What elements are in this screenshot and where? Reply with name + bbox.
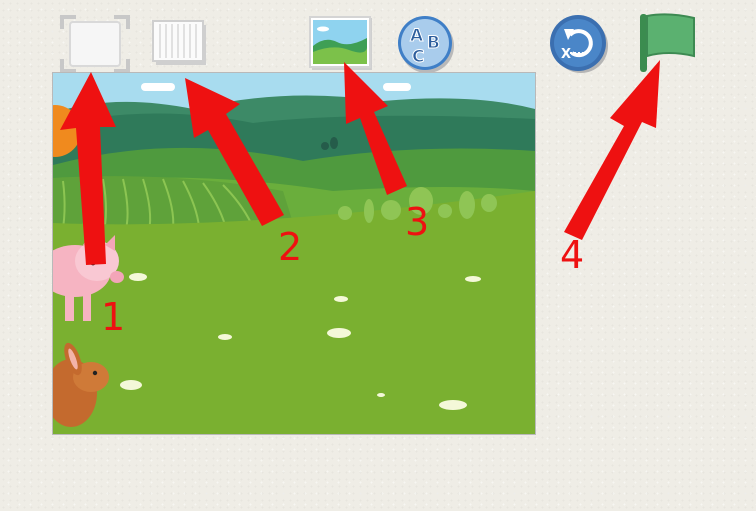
text-button[interactable]: A B C xyxy=(396,14,456,74)
fullscreen-button[interactable] xyxy=(60,13,130,75)
abc-letter-c: C xyxy=(412,47,424,67)
annotation-label-2: 2 xyxy=(278,225,303,269)
reset-button[interactable]: X xyxy=(548,13,610,75)
abc-letter-a: A xyxy=(410,26,424,46)
annotation-label-4: 4 xyxy=(560,233,585,277)
annotation-label-3: 3 xyxy=(405,200,430,244)
fullscreen-icon xyxy=(60,15,130,73)
grid-icon xyxy=(152,20,206,65)
reset-icon: X xyxy=(550,15,608,73)
landscape-image-icon xyxy=(309,16,372,70)
abc-text-icon: A B C xyxy=(398,16,454,73)
background-button[interactable] xyxy=(309,16,373,72)
abc-letter-b: B xyxy=(427,33,440,53)
annotation-arrow-4 xyxy=(564,60,660,240)
reset-x-glyph: X xyxy=(561,47,571,62)
grid-button[interactable] xyxy=(152,20,210,68)
green-flag-icon xyxy=(640,13,695,72)
annotation-label-1: 1 xyxy=(101,295,126,339)
green-flag-button[interactable] xyxy=(636,12,698,74)
